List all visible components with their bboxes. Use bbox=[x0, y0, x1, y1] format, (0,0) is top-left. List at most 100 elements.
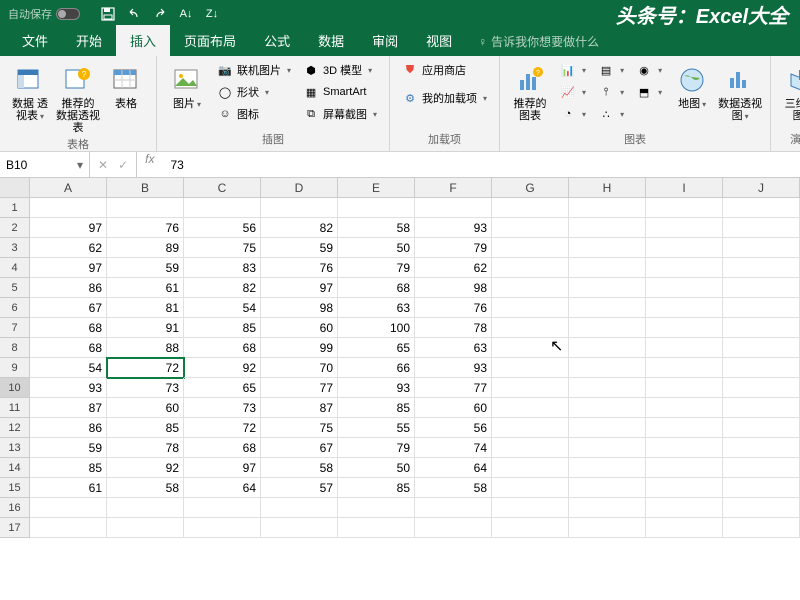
recommended-pivot-button[interactable]: ? 推荐的 数据透视表 bbox=[56, 60, 100, 134]
tab-审阅[interactable]: 审阅 bbox=[358, 25, 412, 56]
cell[interactable]: 60 bbox=[415, 398, 492, 418]
cell[interactable] bbox=[569, 238, 646, 258]
cell[interactable] bbox=[569, 198, 646, 218]
cell[interactable] bbox=[492, 218, 569, 238]
cell[interactable] bbox=[646, 198, 723, 218]
cell[interactable]: 79 bbox=[415, 238, 492, 258]
cell[interactable]: 88 bbox=[107, 338, 184, 358]
cell[interactable]: 65 bbox=[184, 378, 261, 398]
sort-desc-icon[interactable]: Z↓ bbox=[200, 2, 224, 26]
cell[interactable] bbox=[492, 278, 569, 298]
cell[interactable] bbox=[646, 398, 723, 418]
row-header[interactable]: 14 bbox=[0, 458, 30, 478]
cell[interactable] bbox=[338, 498, 415, 518]
col-header-A[interactable]: A bbox=[30, 178, 107, 197]
surface-chart-button[interactable]: ◉ bbox=[632, 60, 666, 80]
line-chart-button[interactable]: 📈 bbox=[556, 82, 590, 102]
cell[interactable]: 73 bbox=[184, 398, 261, 418]
cell[interactable] bbox=[569, 278, 646, 298]
cell[interactable]: 79 bbox=[338, 258, 415, 278]
cell[interactable]: 58 bbox=[261, 458, 338, 478]
row-header[interactable]: 7 bbox=[0, 318, 30, 338]
cell[interactable] bbox=[492, 338, 569, 358]
screenshot-button[interactable]: ⧉屏幕截图 bbox=[299, 104, 381, 124]
cell[interactable] bbox=[723, 258, 800, 278]
cell[interactable]: 64 bbox=[415, 458, 492, 478]
cell[interactable]: 87 bbox=[30, 398, 107, 418]
cell[interactable] bbox=[30, 518, 107, 538]
tab-数据[interactable]: 数据 bbox=[304, 25, 358, 56]
cell[interactable]: 63 bbox=[338, 298, 415, 318]
row-header[interactable]: 16 bbox=[0, 498, 30, 518]
cell[interactable]: 72 bbox=[107, 358, 184, 378]
cell[interactable]: 85 bbox=[184, 318, 261, 338]
cell[interactable]: 76 bbox=[261, 258, 338, 278]
cell[interactable]: 78 bbox=[107, 438, 184, 458]
cell[interactable]: 83 bbox=[184, 258, 261, 278]
smartart-button[interactable]: ▦SmartArt bbox=[299, 82, 381, 102]
cell[interactable]: 97 bbox=[261, 278, 338, 298]
name-box[interactable]: ▾ bbox=[0, 152, 90, 177]
cell[interactable]: 68 bbox=[184, 338, 261, 358]
cell[interactable]: 86 bbox=[30, 418, 107, 438]
cell[interactable] bbox=[723, 298, 800, 318]
tab-开始[interactable]: 开始 bbox=[62, 25, 116, 56]
cell[interactable] bbox=[569, 398, 646, 418]
cell[interactable]: 68 bbox=[338, 278, 415, 298]
cell[interactable]: 56 bbox=[184, 218, 261, 238]
cell[interactable] bbox=[646, 218, 723, 238]
cell[interactable]: 58 bbox=[415, 478, 492, 498]
cell[interactable] bbox=[646, 378, 723, 398]
cell[interactable]: 61 bbox=[30, 478, 107, 498]
cell[interactable]: 85 bbox=[30, 458, 107, 478]
row-header[interactable]: 17 bbox=[0, 518, 30, 538]
cell[interactable] bbox=[569, 438, 646, 458]
cell[interactable] bbox=[338, 518, 415, 538]
cell[interactable]: 82 bbox=[261, 218, 338, 238]
cell[interactable] bbox=[646, 238, 723, 258]
cell[interactable] bbox=[723, 478, 800, 498]
cell[interactable]: 63 bbox=[415, 338, 492, 358]
cell[interactable]: 85 bbox=[338, 478, 415, 498]
cell[interactable] bbox=[492, 398, 569, 418]
cell[interactable] bbox=[107, 498, 184, 518]
tell-me[interactable]: ♀ 告诉我你想要做什么 bbox=[478, 33, 599, 56]
cell[interactable] bbox=[415, 518, 492, 538]
row-header[interactable]: 3 bbox=[0, 238, 30, 258]
cell[interactable]: 99 bbox=[261, 338, 338, 358]
cell[interactable] bbox=[261, 198, 338, 218]
cell[interactable] bbox=[569, 518, 646, 538]
cell[interactable]: 86 bbox=[30, 278, 107, 298]
cell[interactable]: 93 bbox=[415, 358, 492, 378]
my-addins-button[interactable]: ⚙我的加载项 bbox=[398, 88, 491, 108]
row-header[interactable]: 10 bbox=[0, 378, 30, 398]
cell[interactable] bbox=[723, 198, 800, 218]
cell[interactable] bbox=[723, 418, 800, 438]
cell[interactable]: 97 bbox=[30, 258, 107, 278]
map-chart-button[interactable]: 地图 bbox=[670, 60, 714, 111]
cell[interactable]: 98 bbox=[261, 298, 338, 318]
cell[interactable]: 62 bbox=[30, 238, 107, 258]
row-header[interactable]: 9 bbox=[0, 358, 30, 378]
cell[interactable] bbox=[646, 478, 723, 498]
cell[interactable] bbox=[184, 498, 261, 518]
cell[interactable] bbox=[492, 458, 569, 478]
cell[interactable] bbox=[723, 218, 800, 238]
cell[interactable] bbox=[492, 518, 569, 538]
row-header[interactable]: 12 bbox=[0, 418, 30, 438]
cell[interactable] bbox=[492, 318, 569, 338]
cell[interactable]: 92 bbox=[107, 458, 184, 478]
cell[interactable]: 62 bbox=[415, 258, 492, 278]
cell[interactable]: 73 bbox=[107, 378, 184, 398]
cell[interactable]: 66 bbox=[338, 358, 415, 378]
cell[interactable] bbox=[492, 238, 569, 258]
cell[interactable]: 74 bbox=[415, 438, 492, 458]
cell[interactable]: 50 bbox=[338, 458, 415, 478]
cell[interactable] bbox=[261, 498, 338, 518]
cell[interactable] bbox=[492, 478, 569, 498]
tab-插入[interactable]: 插入 bbox=[116, 25, 170, 56]
cell[interactable] bbox=[646, 498, 723, 518]
3d-model-button[interactable]: ⬢3D 模型 bbox=[299, 60, 381, 80]
3d-map-button[interactable]: 三维地 图 bbox=[779, 60, 800, 123]
cell[interactable]: 68 bbox=[30, 338, 107, 358]
